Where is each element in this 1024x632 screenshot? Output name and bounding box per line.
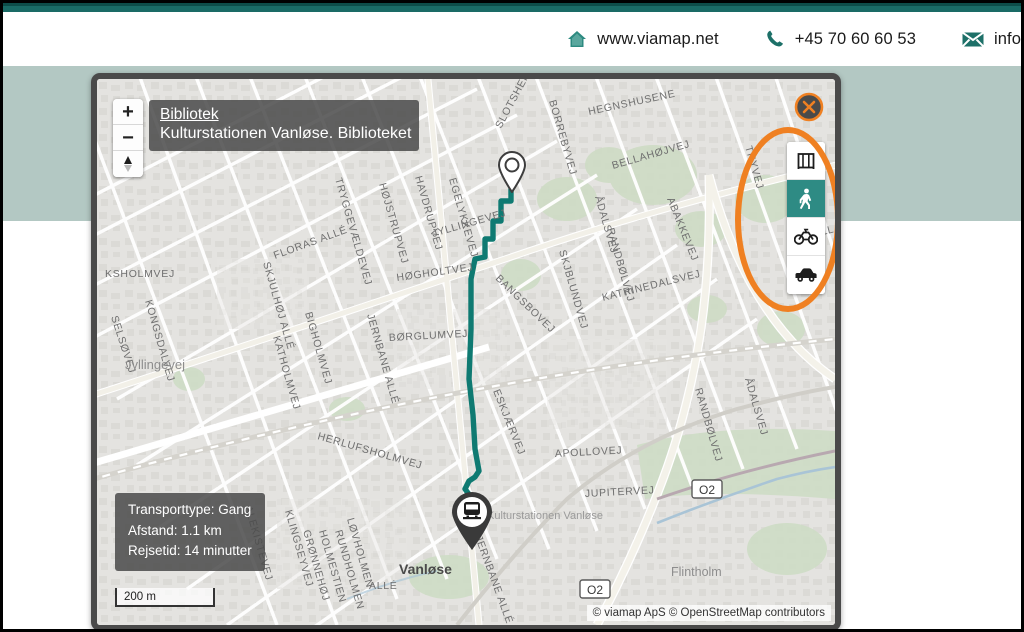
street-label: THYVEJ	[742, 145, 766, 191]
destination-marker[interactable]	[449, 491, 495, 551]
street-label: BORREBYVEJ	[546, 99, 579, 177]
street-label: RANDBØLVEJ	[692, 387, 725, 464]
site-header: www.viamap.net +45 70 60 60 53 info	[3, 12, 1021, 66]
street-label: KATRINEDALSVEJ	[601, 268, 702, 304]
street-label: HAVDRUPVEJ	[412, 175, 445, 252]
street-label: ÅDALSVEJ	[742, 376, 771, 437]
bicycle-icon	[794, 228, 818, 245]
street-label: FLORAS ALLÉ	[272, 223, 349, 262]
transit-icon	[797, 152, 815, 169]
street-label: BELLAHØJVEJ	[611, 138, 692, 172]
mode-button-bike[interactable]	[787, 218, 825, 256]
zoom-out-button[interactable]: −	[113, 125, 143, 151]
street-label: APOLLOVEJ	[555, 444, 623, 460]
close-icon	[794, 92, 824, 122]
street-label: HERLUFSHOLMVEJ	[316, 430, 424, 471]
place-label: Kulturstationen Vanløse	[487, 510, 603, 522]
street-label: HØJSTRUPVEJ	[376, 182, 411, 266]
route-transport-type: Transporttype: Gang	[128, 502, 252, 518]
zoom-in-button[interactable]: +	[113, 99, 143, 125]
close-button[interactable]	[793, 91, 825, 123]
zoom-in-label: +	[122, 100, 134, 123]
scale-bar: 200 m	[115, 588, 215, 607]
map-attribution[interactable]: © viamap ApS © OpenStreetMap contributor…	[586, 605, 831, 621]
place-label: Flintholm	[671, 565, 722, 579]
zoom-out-label: −	[122, 126, 134, 149]
map-panel: KSHOLMVEJ SELSØVEJ KONGSDALVEJ SKJULHØJ ALL…	[91, 73, 841, 629]
pedestrian-icon	[799, 188, 812, 209]
tooltip-title[interactable]: Bibliotek	[160, 106, 408, 124]
scale-bar-label: 200 m	[124, 590, 156, 603]
home-icon	[567, 30, 587, 48]
contact-email[interactable]: info	[961, 29, 1021, 49]
transport-mode-selector[interactable]	[787, 142, 825, 294]
contact-phone-text: +45 70 60 60 53	[794, 29, 916, 48]
place-label: Jyllingevej	[125, 357, 185, 372]
mode-button-car[interactable]	[787, 256, 825, 294]
contact-website-text: www.viamap.net	[597, 29, 719, 48]
origin-marker[interactable]	[497, 151, 527, 193]
street-label: BIGHOLMVEJ	[302, 311, 334, 386]
mail-icon	[961, 31, 984, 47]
street-label: HEGNSHUSENE	[587, 88, 676, 118]
contact-website[interactable]: www.viamap.net	[567, 30, 719, 49]
contact-phone[interactable]: +45 70 60 60 53	[765, 29, 916, 49]
compass-reset-button[interactable]	[113, 151, 143, 177]
map-canvas[interactable]: KSHOLMVEJ SELSØVEJ KONGSDALVEJ SKJULHØJ ALL…	[97, 79, 835, 625]
street-label: ALLÉ	[369, 579, 398, 592]
street-label: BANGSBOVEJ	[493, 273, 558, 336]
route-duration: Rejsetid: 14 minutter	[128, 543, 252, 559]
street-label: JERNBANE ALLÉ	[364, 312, 402, 405]
route-distance: Afstand: 1.1 km	[128, 522, 222, 538]
location-tooltip[interactable]: Bibliotek Kulturstationen Vanløse. Bibli…	[149, 100, 419, 151]
svg-text:O2: O2	[587, 583, 603, 597]
street-label: BØRGLUMVEJ	[389, 328, 469, 344]
tooltip-subtitle: Kulturstationen Vanløse. Biblioteket	[160, 125, 412, 142]
place-label: Vanløse	[399, 561, 452, 577]
street-label: KSHOLMVEJ	[105, 268, 175, 280]
contact-email-text: info	[993, 29, 1021, 48]
mode-button-walk[interactable]	[787, 180, 825, 218]
top-accent-dark-line	[3, 3, 1021, 6]
road-shield: O2	[691, 479, 723, 499]
route-info-box: Transporttype: Gang Afstand: 1.1 km Rejs…	[115, 493, 265, 571]
street-label: SKJBLUNDVEJ	[556, 249, 590, 331]
street-label: ESKJÆRVEJ	[490, 388, 527, 457]
car-icon	[795, 268, 817, 282]
compass-icon	[124, 156, 132, 172]
zoom-controls[interactable]: + −	[113, 99, 143, 177]
street-label: JUPITERVEJ	[585, 484, 655, 500]
street-label: HØGHOLTVEJ	[396, 261, 474, 284]
phone-icon	[765, 29, 785, 49]
road-shield: O2	[579, 579, 611, 599]
svg-text:O2: O2	[699, 483, 715, 497]
page-root: www.viamap.net +45 70 60 60 53 info KSHO…	[0, 0, 1024, 632]
street-label: ABAKKEVEJ	[664, 196, 700, 263]
mode-button-transit[interactable]	[787, 142, 825, 180]
